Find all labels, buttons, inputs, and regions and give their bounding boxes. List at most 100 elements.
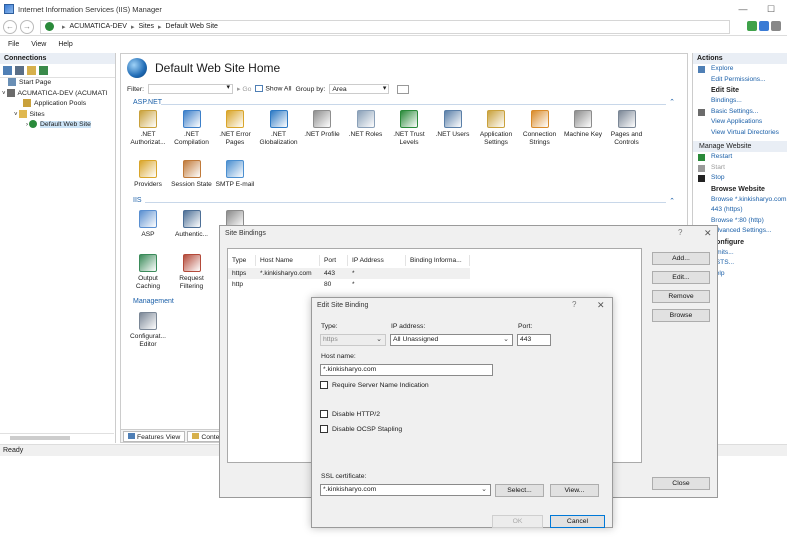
- action-view-virtual-directories[interactable]: View Virtual Directories: [693, 128, 787, 139]
- feature-item[interactable]: .NET Trust Levels: [387, 110, 431, 147]
- feature-item[interactable]: SMTP E-mail: [213, 160, 257, 189]
- port-input[interactable]: 443: [517, 334, 551, 346]
- help-icon[interactable]: ?: [678, 228, 682, 237]
- col-host-name[interactable]: Host Name: [256, 255, 320, 266]
- maximize-button[interactable]: ☐: [757, 0, 785, 18]
- breadcrumb-site[interactable]: Default Web Site: [166, 23, 218, 30]
- tree-item-app-pools[interactable]: Application Pools: [0, 99, 115, 110]
- feature-item[interactable]: Connection Strings: [518, 110, 562, 147]
- close-button[interactable]: Close: [652, 477, 710, 490]
- host-name-input[interactable]: *.kinkisharyo.com: [320, 364, 493, 376]
- menu-file[interactable]: File: [8, 41, 19, 48]
- feature-item[interactable]: Providers: [126, 160, 170, 189]
- select-certificate-button[interactable]: Select...: [495, 484, 544, 497]
- network-icon[interactable]: [759, 21, 769, 31]
- tree-item-sites[interactable]: ˅ Sites: [0, 109, 115, 121]
- add-button[interactable]: Add...: [652, 252, 710, 265]
- feature-item[interactable]: Pages and Controls: [605, 110, 649, 147]
- ok-button[interactable]: OK: [492, 515, 543, 528]
- feature-label: .NET: [140, 131, 156, 138]
- connect-icon[interactable]: [3, 66, 12, 75]
- help-icon[interactable]: ?: [572, 300, 576, 309]
- tree-item-server[interactable]: ˅ ACUMATICA-DEV (ACUMATI: [0, 88, 115, 100]
- feature-item[interactable]: Application Settings: [474, 110, 518, 147]
- breadcrumb-server[interactable]: ACUMATICA-DEV: [70, 23, 127, 30]
- feature-item[interactable]: ASP: [126, 210, 170, 239]
- checkbox-box[interactable]: [320, 381, 328, 389]
- breadcrumb[interactable]: ▸ ACUMATICA-DEV ▸ Sites ▸ Default Web Si…: [40, 19, 730, 34]
- table-row[interactable]: http 80 *: [228, 279, 470, 290]
- action-stop[interactable]: Stop: [693, 173, 787, 184]
- feature-item[interactable]: .NET Compilation: [170, 110, 214, 147]
- tab-features-view[interactable]: Features View: [123, 430, 186, 442]
- disable-http2-checkbox[interactable]: Disable HTTP/2: [320, 410, 380, 418]
- action-start[interactable]: Start: [693, 163, 787, 174]
- tree-item-default-web-site[interactable]: › Default Web Site: [0, 120, 115, 131]
- action-explore[interactable]: Explore: [693, 64, 787, 75]
- feature-icon: [617, 110, 636, 128]
- action-edit-permissions[interactable]: Edit Permissions...: [693, 75, 787, 86]
- col-binding-info[interactable]: Binding Informa...: [406, 255, 470, 266]
- ip-address-select[interactable]: All Unassigned ⌄: [390, 334, 513, 346]
- menu-view[interactable]: View: [31, 41, 46, 48]
- action-bindings[interactable]: Bindings...: [693, 96, 787, 107]
- cell-ip: *: [352, 281, 355, 288]
- feature-item[interactable]: Request Filtering: [170, 254, 214, 291]
- feature-item[interactable]: .NET Globalization: [257, 110, 301, 147]
- tree-label-selected: Default Web Site: [40, 121, 91, 128]
- feature-item[interactable]: Output Caching: [126, 254, 170, 291]
- col-ip-address[interactable]: IP Address: [348, 255, 406, 266]
- save-icon[interactable]: [15, 66, 24, 75]
- connections-hscrollbar[interactable]: [0, 433, 114, 441]
- browse-button[interactable]: Browse: [652, 309, 710, 322]
- breadcrumb-sites[interactable]: Sites: [138, 23, 154, 30]
- col-port[interactable]: Port: [320, 255, 348, 266]
- edit-button[interactable]: Edit...: [652, 271, 710, 284]
- feature-item[interactable]: Session State: [170, 160, 214, 189]
- action-restart[interactable]: Restart: [693, 152, 787, 163]
- action-view-applications[interactable]: View Applications: [693, 117, 787, 128]
- ssl-certificate-select[interactable]: *.kinkisharyo.com ⌄: [320, 484, 491, 496]
- forward-button[interactable]: →: [20, 19, 34, 34]
- disable-ocsp-checkbox[interactable]: Disable OCSP Stapling: [320, 425, 402, 433]
- filter-input[interactable]: [148, 83, 233, 94]
- table-row[interactable]: https *.kinkisharyo.com 443 *: [228, 268, 470, 279]
- collapse-iis-icon[interactable]: ⌃: [669, 197, 675, 205]
- checkbox-box[interactable]: [320, 410, 328, 418]
- explore-icon: [698, 66, 705, 73]
- feature-item[interactable]: Configurat... Editor: [126, 312, 170, 349]
- group-by-select[interactable]: Area: [329, 84, 390, 94]
- menu-help[interactable]: Help: [58, 41, 72, 48]
- up-folder-icon[interactable]: [27, 66, 36, 75]
- view-mode-icon[interactable]: [397, 84, 410, 94]
- action-443-https[interactable]: 443 (https): [693, 205, 787, 216]
- scroll-thumb[interactable]: [10, 436, 70, 440]
- go-button[interactable]: ▸ Go: [237, 85, 251, 93]
- back-button[interactable]: ←: [3, 19, 17, 34]
- close-icon[interactable]: ✕: [704, 228, 712, 239]
- remove-button[interactable]: Remove: [652, 290, 710, 303]
- feature-item[interactable]: .NET Authorizat...: [126, 110, 170, 147]
- feature-item[interactable]: .NET Profile: [300, 110, 344, 139]
- checkbox-box[interactable]: [320, 425, 328, 433]
- col-type[interactable]: Type: [228, 255, 256, 266]
- show-all-button[interactable]: Show All: [255, 85, 291, 93]
- refresh-icon[interactable]: [747, 21, 757, 31]
- action-browse-kinkisharyo-com[interactable]: Browse *.kinkisharyo.com: [693, 195, 787, 206]
- action-basic-settings[interactable]: Basic Settings...: [693, 107, 787, 118]
- feature-item[interactable]: Authentic...: [170, 210, 214, 239]
- feature-item[interactable]: .NET Roles: [344, 110, 388, 139]
- tree-item-start-page[interactable]: Start Page: [0, 78, 115, 89]
- close-icon[interactable]: ✕: [597, 300, 605, 311]
- cancel-button[interactable]: Cancel: [550, 515, 605, 528]
- connect-server-icon[interactable]: [39, 66, 48, 75]
- filter-label: Filter:: [127, 85, 144, 93]
- help-icon[interactable]: [771, 21, 781, 31]
- collapse-aspnet-icon[interactable]: ⌃: [669, 98, 675, 106]
- require-sni-checkbox[interactable]: Require Server Name Indication: [320, 381, 429, 389]
- minimize-button[interactable]: —: [729, 0, 757, 18]
- feature-item[interactable]: .NET Error Pages: [213, 110, 257, 147]
- feature-item[interactable]: .NET Users: [431, 110, 475, 139]
- feature-item[interactable]: Machine Key: [561, 110, 605, 139]
- view-certificate-button[interactable]: View...: [550, 484, 599, 497]
